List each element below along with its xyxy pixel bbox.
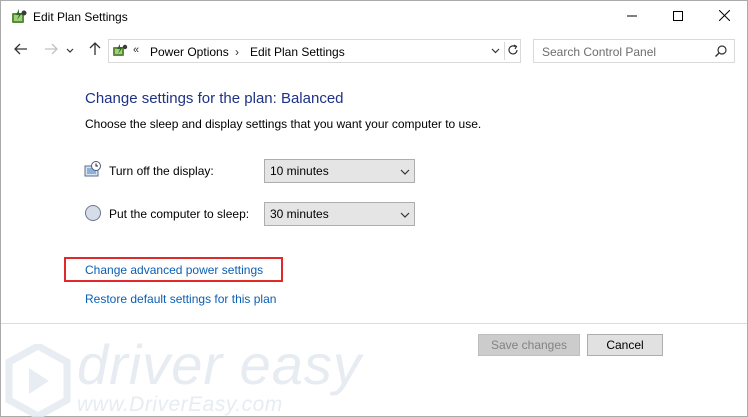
page-heading: Change settings for the plan: Balanced — [85, 90, 344, 107]
back-button[interactable] — [10, 39, 32, 61]
breadcrumb-separator[interactable]: › — [235, 45, 239, 59]
chevron-down-icon — [400, 166, 410, 176]
display-timeout-label: Turn off the display: — [109, 164, 214, 178]
sleep-timeout-select[interactable]: 30 minutes — [264, 202, 415, 226]
title-bar: Edit Plan Settings — [1, 1, 747, 33]
arrow-right-icon — [44, 43, 58, 58]
breadcrumb-power-options[interactable]: Power Options — [150, 45, 229, 59]
footer-divider — [1, 323, 747, 324]
search-input[interactable]: Search Control Panel — [542, 45, 656, 59]
sleep-timeout-value: 30 minutes — [270, 207, 329, 221]
search-icon[interactable] — [714, 44, 728, 58]
watermark-url: www.DriverEasy.com — [77, 393, 283, 416]
power-options-icon — [10, 9, 28, 25]
chevron-down-icon — [66, 43, 74, 57]
refresh-button[interactable] — [504, 42, 520, 60]
maximize-icon — [673, 10, 683, 24]
minimize-button[interactable] — [609, 1, 655, 33]
arrow-left-icon — [14, 43, 28, 58]
minimize-icon — [627, 10, 637, 24]
power-options-icon — [112, 44, 128, 58]
address-bar[interactable]: « Power Options › Edit Plan Settings — [108, 39, 521, 63]
chevron-down-icon — [400, 209, 410, 219]
display-clock-icon — [84, 161, 102, 179]
navigation-bar: « Power Options › Edit Plan Settings Sea… — [1, 35, 747, 65]
search-box[interactable]: Search Control Panel — [533, 39, 735, 63]
breadcrumb-edit-plan-settings[interactable]: Edit Plan Settings — [250, 45, 345, 59]
refresh-icon — [507, 43, 519, 59]
arrow-up-icon — [89, 41, 101, 59]
recent-locations-button[interactable] — [63, 39, 77, 61]
maximize-button[interactable] — [655, 1, 701, 33]
address-overflow-chevron[interactable]: « — [133, 44, 139, 56]
save-changes-button[interactable]: Save changes — [478, 334, 580, 356]
up-button[interactable] — [84, 39, 106, 61]
edit-plan-settings-window: Edit Plan Settings « Power Options › Edi… — [0, 0, 748, 417]
page-description: Choose the sleep and display settings th… — [85, 117, 482, 131]
change-advanced-power-settings-link[interactable]: Change advanced power settings — [85, 263, 263, 277]
close-icon — [718, 9, 730, 24]
cancel-button[interactable]: Cancel — [587, 334, 663, 356]
watermark-brand: driver easy — [77, 333, 362, 396]
close-button[interactable] — [701, 1, 747, 33]
driver-easy-logo-icon — [5, 342, 71, 417]
forward-button[interactable] — [40, 39, 62, 61]
address-dropdown-button[interactable] — [488, 43, 502, 59]
sleep-timeout-label: Put the computer to sleep: — [109, 207, 250, 221]
display-timeout-value: 10 minutes — [270, 164, 329, 178]
restore-default-settings-link[interactable]: Restore default settings for this plan — [85, 292, 276, 306]
window-title: Edit Plan Settings — [33, 10, 128, 24]
display-timeout-select[interactable]: 10 minutes — [264, 159, 415, 183]
moon-sleep-icon — [84, 204, 102, 222]
